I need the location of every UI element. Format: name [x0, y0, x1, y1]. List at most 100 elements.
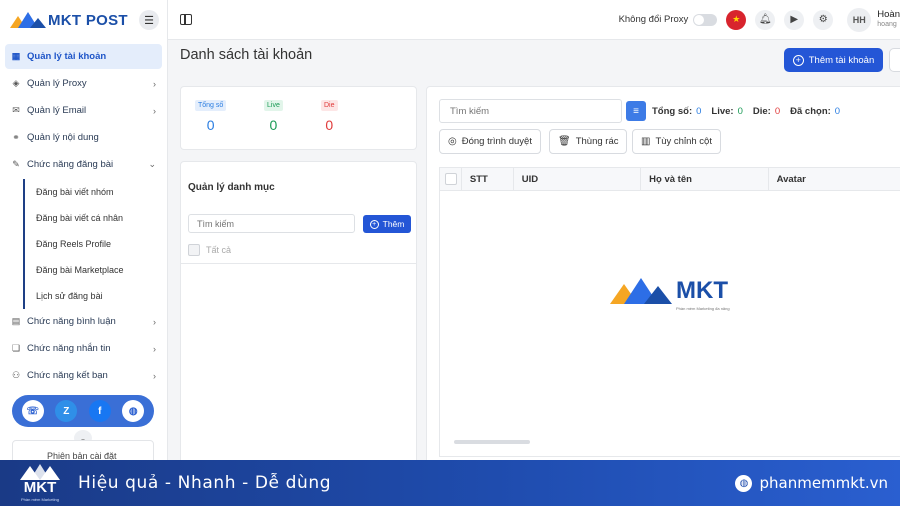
- chevron-right-icon: ›: [153, 78, 156, 89]
- sidebar-item[interactable]: ⚭ Quản lý nội dung: [5, 125, 162, 150]
- comment-icon: ▤: [11, 316, 21, 326]
- count-label: Tổng số:: [652, 106, 693, 117]
- count-label: Live:: [711, 106, 734, 117]
- sidebar-item-label: Quản lý Proxy: [27, 78, 87, 89]
- stat-live-label: Live: [264, 100, 283, 111]
- sidebar-item[interactable]: ❏ Chức năng nhắn tin ›: [5, 336, 162, 361]
- zalo-icon[interactable]: Z: [55, 400, 78, 422]
- select-all-checkbox[interactable]: [445, 173, 457, 185]
- category-all-checkbox[interactable]: [188, 244, 200, 256]
- user-name: Hoàn: [877, 9, 900, 21]
- count-value: 0: [737, 106, 743, 117]
- horizontal-scrollbar[interactable]: [454, 440, 530, 444]
- bell-icon[interactable]: 🔔︎: [755, 9, 776, 30]
- chat-icon: ❏: [11, 343, 21, 353]
- brand-row: MKT POST ☰: [0, 0, 167, 40]
- plus-circle-icon: +: [792, 54, 804, 66]
- sidebar-item[interactable]: ▦ Quản lý tài khoản: [5, 44, 162, 69]
- sidebar-item-label: Quản lý tài khoản: [27, 51, 107, 62]
- column-header-stt[interactable]: STT: [462, 168, 514, 190]
- avatar[interactable]: HH: [847, 7, 872, 32]
- website-icon[interactable]: ◍: [122, 400, 145, 422]
- column-header-name[interactable]: Họ và tên: [641, 168, 769, 190]
- menu-toggle-button[interactable]: ☰: [139, 10, 159, 30]
- category-all-row[interactable]: Tất cả: [188, 244, 231, 256]
- customize-columns-label: Tùy chỉnh cột: [655, 136, 712, 147]
- banner-website-text: phanmemmkt.vn: [759, 474, 888, 492]
- empty-state-logo: MKT Phần mềm Marketing đa năng: [610, 276, 730, 311]
- sidebar-item[interactable]: ▤ Chức năng bình luận ›: [5, 309, 162, 334]
- trash-icon: 🗑︎: [558, 136, 571, 147]
- support-icon[interactable]: ☏: [21, 400, 44, 422]
- sidebar-item[interactable]: ✉ Quản lý Email ›: [5, 98, 162, 123]
- sidebar-nav: ▦ Quản lý tài khoản ◈ Quản lý Proxy › ✉ Quản l…: [0, 40, 167, 388]
- column-header-avatar[interactable]: Avatar: [769, 168, 900, 190]
- sidebar-item-label: Chức năng nhắn tin: [27, 343, 111, 354]
- filter-icon[interactable]: ≡: [626, 101, 646, 121]
- submenu-item[interactable]: Đăng bài viết nhóm: [25, 179, 162, 205]
- category-search-input[interactable]: [188, 214, 355, 233]
- sidebar-item[interactable]: ⚇ Chức năng kết bạn ›: [5, 363, 162, 388]
- gear-icon[interactable]: ⚙: [813, 9, 834, 30]
- category-panel: Quản lý danh mục + Thêm Tất cả: [180, 161, 417, 466]
- banner-logo-sub: Phần mềm Marketing: [20, 497, 59, 502]
- columns-icon: ▥: [641, 136, 651, 147]
- edit-icon: ✎: [12, 159, 20, 169]
- stat-die-label: Die: [321, 100, 338, 111]
- sidebar-item[interactable]: ✎ Chức năng đăng bài ⌄: [5, 152, 162, 177]
- column-header-uid[interactable]: UID: [514, 168, 642, 190]
- stat-live: Live 0: [264, 99, 283, 133]
- stat-die: Die 0: [321, 99, 338, 133]
- count-value: 0: [834, 106, 841, 117]
- proxy-label: Không đổi Proxy: [618, 14, 689, 25]
- mkt-logo-icon: [610, 278, 672, 304]
- category-add-button[interactable]: + Thêm: [363, 215, 411, 233]
- facebook-icon[interactable]: f: [88, 400, 111, 422]
- table-search-input[interactable]: [439, 99, 622, 123]
- accounts-table: STT UID Họ và tên Avatar MKT Phần mềm Ma…: [439, 167, 900, 457]
- layers-icon: ◈: [12, 78, 20, 88]
- add-account-button[interactable]: + Thêm tài khoản: [784, 48, 883, 72]
- submenu-item[interactable]: Đăng bài viết cá nhân: [25, 205, 162, 231]
- watermark-brand: MKT: [676, 277, 728, 304]
- trash-button[interactable]: 🗑︎ Thùng rác: [549, 129, 628, 154]
- sidebar-item-label: Chức năng đăng bài: [27, 159, 114, 170]
- count-label: Đã chọn:: [790, 106, 831, 117]
- globe-icon: ◍: [735, 474, 753, 492]
- chevron-right-icon: ›: [153, 343, 156, 354]
- proxy-toggle[interactable]: [693, 13, 718, 26]
- vietnam-flag-icon[interactable]: ★: [726, 9, 747, 30]
- accounts-table-panel: ≡ Tổng số:0Live:0Die:0Đã chọn:0 ◎ Đóng t…: [426, 86, 900, 466]
- banner-website[interactable]: ◍ phanmemmkt.vn: [735, 474, 888, 492]
- plus-circle-icon: +: [369, 219, 379, 229]
- category-all-label: Tất cả: [206, 245, 232, 255]
- category-add-label: Thêm: [382, 219, 405, 229]
- divider: [181, 263, 416, 264]
- stat-total-value: 0: [206, 117, 215, 133]
- close-browser-button[interactable]: ◎ Đóng trình duyệt: [439, 129, 541, 154]
- submenu-item[interactable]: Đăng Reels Profile: [25, 231, 162, 257]
- play-icon[interactable]: ▶: [784, 9, 805, 30]
- stat-total: Tổng số 0: [195, 99, 227, 133]
- promo-banner: MKT Phần mềm Marketing Hiệu quả - Nhanh …: [0, 460, 900, 506]
- sidebar-item-label: Quản lý Email: [27, 105, 87, 116]
- count-value: 0: [696, 106, 702, 117]
- chevron-right-icon: ›: [153, 370, 156, 381]
- sidebar-item-label: Quản lý nội dung: [27, 132, 99, 143]
- submenu-item[interactable]: Lịch sử đăng bài: [25, 283, 162, 309]
- chrome-icon: ◎: [448, 136, 457, 147]
- topbar: Không đổi Proxy ★ 🔔︎ ▶ ⚙ HH Hoàn hoang: [168, 0, 900, 40]
- submenu-item[interactable]: Đăng bài Marketplace: [25, 257, 162, 283]
- submenu-posting: Đăng bài viết nhóm Đăng bài viết cá nhân Đ…: [23, 179, 162, 309]
- chevron-right-icon: ›: [153, 105, 156, 116]
- sidebar-item[interactable]: ◈ Quản lý Proxy ›: [5, 71, 162, 96]
- watermark-tagline: Phần mềm Marketing đa năng: [676, 306, 730, 311]
- stat-die-value: 0: [325, 117, 334, 133]
- sidebar-panel-icon[interactable]: [180, 14, 192, 25]
- chevron-right-icon: ›: [153, 316, 156, 327]
- user-info[interactable]: Hoàn hoang: [877, 9, 900, 29]
- more-button[interactable]: [889, 48, 900, 72]
- customize-columns-button[interactable]: ▥ Tùy chỉnh cột: [632, 129, 721, 154]
- sidebar-item-label: Chức năng kết bạn: [27, 370, 108, 381]
- link-icon: ⚭: [12, 132, 20, 142]
